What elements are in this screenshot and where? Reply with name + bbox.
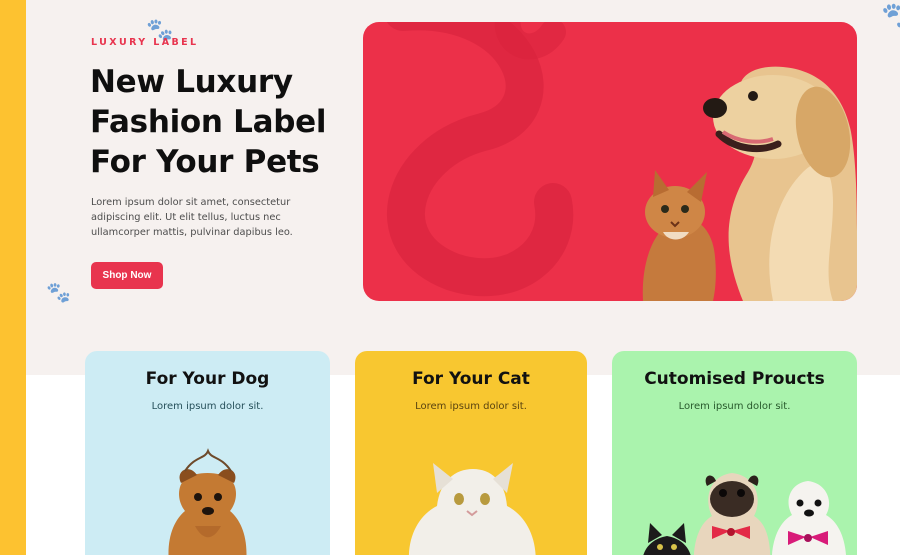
yorkie-dog-image <box>168 448 247 555</box>
cat-category-card[interactable]: For Your Cat Lorem ipsum dolor sit. <box>355 351 587 555</box>
paw-print-icon: 🐾 <box>46 280 71 304</box>
shop-now-button[interactable]: Shop Now <box>91 262 163 289</box>
customised-products-card[interactable]: Cutomised Proucts Lorem ipsum dolor sit. <box>612 351 857 555</box>
card-subtitle: Lorem ipsum dolor sit. <box>678 401 791 412</box>
card-title: Cutomised Proucts <box>644 369 825 389</box>
card-title: For Your Cat <box>412 369 530 389</box>
paw-print-icon: 🐾 <box>881 0 900 33</box>
hero-description: Lorem ipsum dolor sit amet, consectetur … <box>91 197 293 238</box>
hero-pets-illustration <box>386 22 857 301</box>
landing-page: 🐾 🐾 🐾 LUXURY LABEL New Luxury Fashion La… <box>0 0 900 555</box>
card-subtitle: Lorem ipsum dolor sit. <box>151 401 264 412</box>
card-title: For Your Dog <box>145 369 270 389</box>
hero-image <box>363 22 857 301</box>
hero-title: New Luxury Fashion Label For Your Pets <box>90 64 327 180</box>
pug-cat-poodle-image <box>643 473 846 555</box>
white-cat-image <box>409 463 536 555</box>
dog-category-card[interactable]: For Your Dog Lorem ipsum dolor sit. <box>85 351 330 555</box>
card-subtitle: Lorem ipsum dolor sit. <box>415 401 527 412</box>
side-accent-strip <box>0 0 26 555</box>
hero-eyebrow: LUXURY LABEL <box>91 37 199 48</box>
